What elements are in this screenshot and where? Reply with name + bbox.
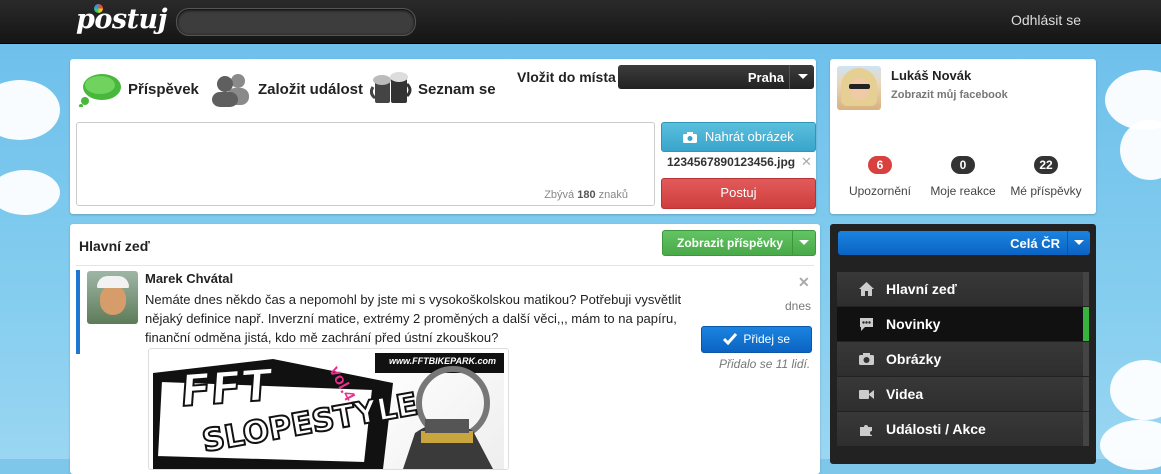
place-dropdown[interactable]: Praha [618, 65, 814, 89]
poster-site: www.FFTBIKEPARK.com [389, 356, 497, 366]
remaining-chars: Zbývá 180 znaků [544, 189, 628, 201]
profile-panel: Lukáš Novák Zobrazit můj facebook 6 Upoz… [830, 59, 1096, 214]
upload-image-button[interactable]: Nahrát obrázek [661, 122, 816, 152]
place-label: Vložit do místa [517, 69, 616, 85]
avatar-glasses [849, 84, 870, 89]
post-textarea[interactable]: Zbývá 180 znaků [76, 122, 655, 206]
region-dropdown[interactable]: Celá ČR [838, 231, 1090, 255]
stat-notifications[interactable]: 6 Upozornění [840, 156, 920, 198]
camera-icon [683, 125, 698, 153]
show-posts-dropdown-toggle[interactable] [792, 231, 815, 255]
tab-create-event[interactable]: Založit událost [208, 69, 363, 109]
show-posts-button[interactable]: Zobrazit příspěvky [662, 230, 816, 256]
beer-mugs-icon [369, 71, 412, 107]
tab-create-event-label: Založit událost [258, 80, 363, 98]
avatar-face [850, 78, 869, 100]
logo[interactable]: postuj [76, 4, 167, 35]
camera-icon [858, 351, 875, 367]
attached-file-name: 1234567890123456.jpg [667, 155, 796, 169]
sidebar-item-news[interactable]: Novinky [837, 307, 1089, 341]
cloud-decoration [1100, 420, 1161, 470]
posts-label: Mé příspěvky [1010, 184, 1082, 198]
checkmark-icon [722, 329, 738, 354]
sidebar-item-main-wall[interactable]: Hlavní zeď [837, 272, 1089, 306]
nav-item-active-edge [1083, 307, 1089, 341]
sidebar-item-videos[interactable]: Videa [837, 377, 1089, 411]
nav-item-edge [1083, 272, 1089, 306]
notifications-label: Upozornění [848, 184, 912, 198]
post-highlight-bar [76, 270, 80, 354]
sidebar-item-label: Hlavní zeď [886, 281, 957, 297]
nav-item-edge [1083, 377, 1089, 411]
remove-file-icon[interactable]: ✕ [801, 154, 812, 170]
logo-text: postuj [76, 4, 167, 35]
stat-my-posts[interactable]: 22 Mé příspěvky [1006, 156, 1086, 198]
stat-my-reactions[interactable]: 0 Moje reakce [923, 156, 1003, 198]
remaining-prefix: Zbývá [544, 189, 575, 201]
close-icon[interactable]: ✕ [798, 274, 810, 291]
wall-title: Hlavní zeď [79, 238, 150, 254]
post-button[interactable]: Postuj [661, 178, 816, 209]
posts-badge: 22 [1034, 156, 1058, 174]
post-text: Nemáte dnes někdo čas a nepomohl by jste… [145, 292, 682, 345]
chevron-down-icon [1074, 240, 1084, 245]
nav-list: Hlavní zeď Novinky Obrázky Videa Událost… [837, 272, 1089, 447]
tab-post-label: Příspěvek [128, 80, 199, 98]
nav-item-edge [1083, 342, 1089, 376]
sidebar-item-label: Události / Akce [886, 421, 986, 437]
puzzle-icon [858, 421, 875, 437]
chat-icon [858, 316, 875, 332]
video-camera-icon [858, 386, 875, 402]
facebook-link[interactable]: Zobrazit můj facebook [891, 89, 1008, 101]
reactions-badge: 0 [951, 156, 975, 174]
chevron-down-icon [798, 74, 808, 79]
poster-title-1: FFT [178, 359, 274, 418]
speech-bubble-icon [78, 71, 122, 108]
notifications-badge: 6 [868, 156, 892, 174]
top-bar: postuj Odhlásit se [0, 0, 1161, 44]
tab-post[interactable]: Příspěvek [78, 69, 199, 109]
nav-item-edge [1083, 412, 1089, 446]
region-value: Celá ČR [1010, 236, 1060, 251]
logo-dot-icon [94, 4, 103, 13]
tab-meet[interactable]: Seznam se [369, 69, 496, 109]
side-navigation: Celá ČR Hlavní zeď Novinky Obrázky Videa… [830, 224, 1096, 464]
place-value: Praha [747, 70, 784, 85]
sidebar-item-label: Novinky [886, 316, 941, 332]
show-posts-label: Zobrazit příspěvky [676, 236, 784, 250]
post-author[interactable]: Marek Chvátal [145, 271, 233, 286]
sidebar-item-events[interactable]: Události / Akce [837, 412, 1089, 446]
post-date: dnes [785, 299, 812, 313]
place-dropdown-toggle[interactable] [789, 65, 814, 89]
sidebar-item-images[interactable]: Obrázky [837, 342, 1089, 376]
joined-count: Přidalo se 11 lidí. [719, 357, 811, 371]
remaining-count: 180 [577, 189, 596, 201]
poster-artwork: www.FFTBIKEPARK.com FFT SLOPESTYLE vol.4 [153, 353, 504, 469]
join-button[interactable]: Přidej se [701, 326, 812, 353]
wall-panel: Hlavní zeď Zobrazit příspěvky Marek Chvá… [70, 224, 820, 474]
post-author-avatar[interactable] [87, 271, 138, 324]
chevron-down-icon [799, 240, 809, 245]
upload-image-label: Nahrát obrázek [704, 129, 794, 144]
avatar[interactable] [837, 66, 881, 110]
profile-name[interactable]: Lukáš Novák [891, 68, 971, 83]
logout-link[interactable]: Odhlásit se [1011, 12, 1081, 28]
avatar-cap [97, 276, 129, 288]
remaining-suffix: znaků [598, 189, 628, 201]
sidebar-item-label: Videa [886, 386, 924, 402]
home-icon [858, 281, 875, 297]
reactions-label: Moje reakce [930, 184, 996, 198]
post-image[interactable]: www.FFTBIKEPARK.com FFT SLOPESTYLE vol.4 [148, 348, 509, 470]
search-input[interactable] [176, 8, 416, 36]
sidebar-item-label: Obrázky [886, 351, 942, 367]
divider [76, 265, 814, 266]
join-label: Přidej se [743, 332, 791, 346]
composer-panel: Příspěvek Založit událost Seznam se Vlož… [70, 59, 816, 214]
tab-meet-label: Seznam se [418, 80, 496, 98]
region-dropdown-toggle[interactable] [1067, 231, 1090, 255]
people-icon [208, 71, 252, 107]
avatar-face [100, 285, 126, 315]
